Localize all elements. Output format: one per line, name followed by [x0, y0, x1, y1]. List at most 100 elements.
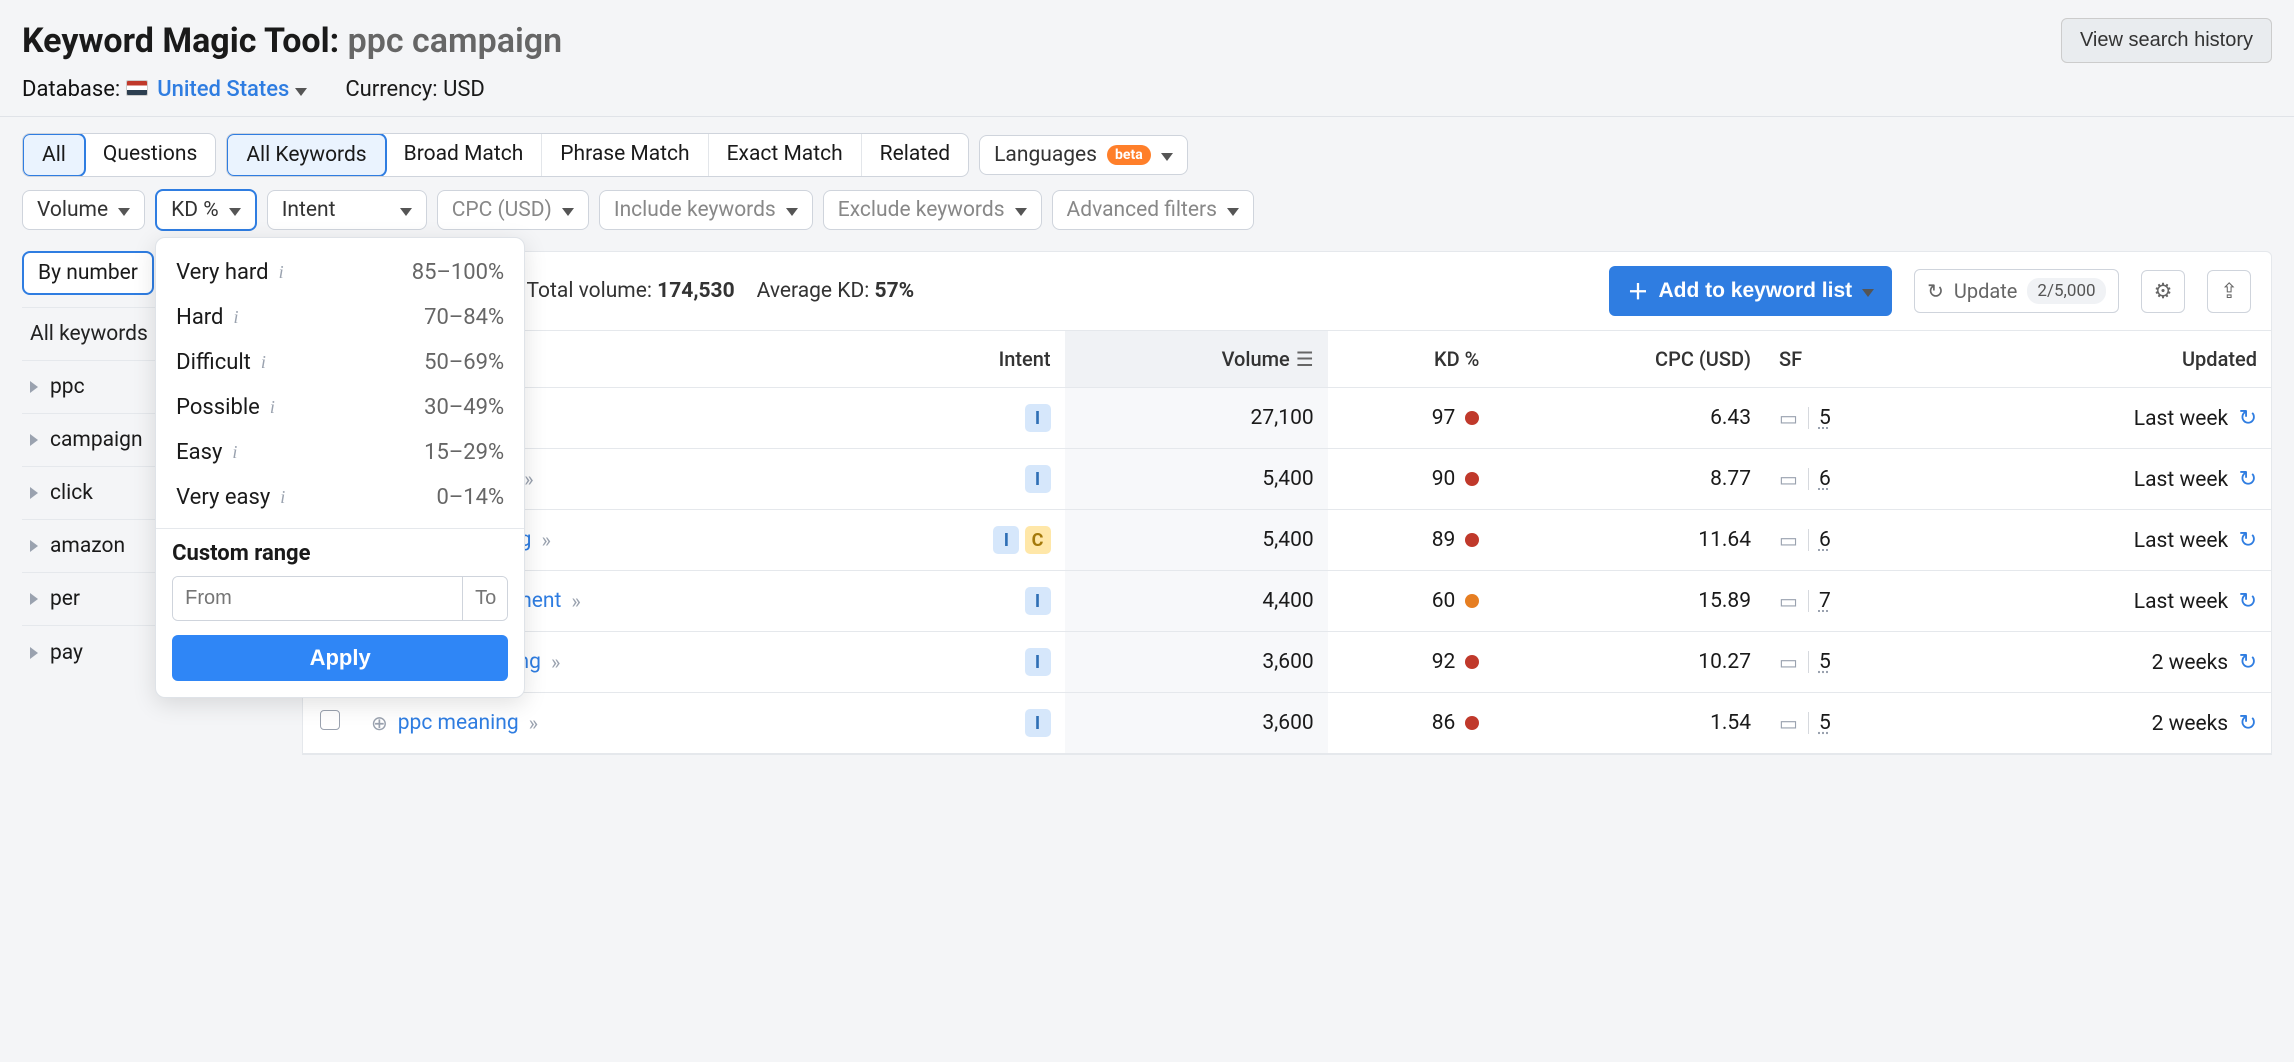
divider	[1808, 651, 1809, 673]
sf-value[interactable]: 5	[1819, 711, 1831, 735]
kd-filter[interactable]: KD %	[155, 189, 257, 231]
tab-phrase-match[interactable]: Phrase Match	[542, 134, 708, 176]
tab-broad-match[interactable]: Broad Match	[386, 134, 543, 176]
settings-button[interactable]: ⚙	[2141, 270, 2186, 313]
chevron-double-icon[interactable]: »	[524, 467, 533, 491]
currency-display: Currency: USD	[345, 77, 484, 102]
tab-related[interactable]: Related	[862, 134, 968, 176]
info-icon[interactable]: i	[279, 262, 284, 283]
kd-cell: 90	[1432, 467, 1480, 491]
refresh-icon: ↻	[1927, 279, 1944, 303]
refresh-row-icon[interactable]: ↻	[2239, 467, 2257, 492]
gear-icon: ⚙	[2154, 279, 2173, 304]
table-row: ⊕ pay per click » I 5,400 90 8.77 ▭ 6 La…	[303, 449, 2271, 510]
by-number-label: By number	[38, 261, 138, 285]
sf-value[interactable]: 5	[1819, 406, 1831, 430]
kd-option-range: 70–84%	[424, 305, 504, 330]
info-icon[interactable]: i	[280, 487, 285, 508]
chevron-double-icon[interactable]: »	[571, 589, 580, 613]
page-title: Keyword Magic Tool: ppc campaign	[22, 21, 562, 61]
stat-total-volume: Total volume: 174,530	[527, 279, 735, 303]
refresh-row-icon[interactable]: ↻	[2239, 711, 2257, 736]
add-icon[interactable]: ⊕	[371, 711, 388, 735]
refresh-row-icon[interactable]: ↻	[2239, 406, 2257, 431]
row-checkbox[interactable]	[320, 710, 340, 730]
cpc-cell: 1.54	[1493, 693, 1765, 754]
tab-exact-match[interactable]: Exact Match	[709, 134, 862, 176]
beta-badge: beta	[1107, 145, 1151, 165]
sf-value[interactable]: 6	[1819, 528, 1831, 552]
database-select[interactable]: Database: United States	[22, 77, 307, 102]
chevron-down-icon	[295, 77, 307, 102]
sf-value[interactable]: 7	[1819, 589, 1831, 613]
kd-option[interactable]: Very easy i0–14%	[172, 475, 508, 520]
languages-filter[interactable]: Languages beta	[979, 135, 1188, 175]
serp-icon[interactable]: ▭	[1779, 711, 1798, 735]
keyword-link[interactable]: ppc meaning	[398, 711, 519, 735]
title-prefix: Keyword Magic Tool:	[22, 21, 339, 61]
volume-filter[interactable]: Volume	[22, 190, 145, 230]
serp-icon[interactable]: ▭	[1779, 650, 1798, 674]
kd-option[interactable]: Hard i70–84%	[172, 295, 508, 340]
serp-icon[interactable]: ▭	[1779, 406, 1798, 430]
advanced-filters[interactable]: Advanced filters	[1052, 190, 1254, 230]
kd-cell: 89	[1432, 528, 1480, 552]
kd-option[interactable]: Easy i15–29%	[172, 430, 508, 475]
col-intent[interactable]: Intent	[878, 331, 1065, 388]
tab-all[interactable]: All	[22, 133, 86, 177]
col-sf[interactable]: SF	[1765, 331, 1940, 388]
volume-filter-label: Volume	[37, 198, 108, 222]
kd-option[interactable]: Difficult i50–69%	[172, 340, 508, 385]
exclude-keywords-filter[interactable]: Exclude keywords	[823, 190, 1042, 230]
database-label: Database:	[22, 77, 120, 102]
info-icon[interactable]: i	[261, 352, 266, 373]
col-volume[interactable]: Volume☰	[1065, 331, 1328, 388]
info-icon[interactable]: i	[270, 397, 275, 418]
kd-cell: 86	[1432, 711, 1480, 735]
kd-to-input[interactable]	[463, 577, 508, 620]
volume-cell: 5,400	[1065, 449, 1328, 510]
serp-icon[interactable]: ▭	[1779, 467, 1798, 491]
kd-from-input[interactable]	[173, 577, 463, 620]
chevron-double-icon[interactable]: »	[541, 528, 550, 552]
cpc-filter[interactable]: CPC (USD)	[437, 190, 589, 230]
refresh-row-icon[interactable]: ↻	[2239, 589, 2257, 614]
apply-button[interactable]: Apply	[172, 635, 508, 681]
info-icon[interactable]: i	[233, 307, 238, 328]
export-button[interactable]: ⇪	[2207, 270, 2251, 313]
refresh-row-icon[interactable]: ↻	[2239, 650, 2257, 675]
table-row: ⊕ ppc management » I 4,400 60 15.89 ▭ 7 …	[303, 571, 2271, 632]
add-to-keyword-list-button[interactable]: ＋ Add to keyword list	[1609, 266, 1892, 316]
by-number-toggle[interactable]: By number	[22, 251, 154, 295]
tab-all-keywords[interactable]: All Keywords	[226, 133, 386, 177]
serp-icon[interactable]: ▭	[1779, 589, 1798, 613]
update-button[interactable]: ↻ Update 2/5,000	[1914, 269, 2118, 313]
kd-option[interactable]: Very hard i85–100%	[172, 250, 508, 295]
chevron-double-icon[interactable]: »	[551, 650, 560, 674]
view-history-button[interactable]: View search history	[2061, 18, 2272, 63]
refresh-row-icon[interactable]: ↻	[2239, 528, 2257, 553]
col-cpc[interactable]: CPC (USD)	[1493, 331, 1765, 388]
kd-cell: 97	[1432, 406, 1480, 430]
serp-icon[interactable]: ▭	[1779, 528, 1798, 552]
sort-desc-icon: ☰	[1296, 347, 1314, 371]
col-kd[interactable]: KD %	[1328, 331, 1494, 388]
chevron-double-icon[interactable]: »	[529, 711, 538, 735]
tab-questions[interactable]: Questions	[85, 134, 215, 176]
sidebar-item-label: campaign	[50, 428, 143, 452]
col-updated[interactable]: Updated	[1940, 331, 2271, 388]
chevron-right-icon	[30, 434, 38, 446]
include-keywords-filter[interactable]: Include keywords	[599, 190, 813, 230]
sf-value[interactable]: 5	[1819, 650, 1831, 674]
volume-cell: 5,400	[1065, 510, 1328, 571]
intent-filter[interactable]: Intent	[267, 190, 427, 230]
title-query: ppc campaign	[348, 21, 563, 61]
kd-dot-icon	[1465, 655, 1479, 669]
kd-option[interactable]: Possible i30–49%	[172, 385, 508, 430]
match-segmented: All Keywords Broad Match Phrase Match Ex…	[226, 133, 969, 177]
kd-option-range: 50–69%	[424, 350, 504, 375]
info-icon[interactable]: i	[232, 442, 237, 463]
sf-value[interactable]: 6	[1819, 467, 1831, 491]
volume-cell: 4,400	[1065, 571, 1328, 632]
cpc-cell: 10.27	[1493, 632, 1765, 693]
